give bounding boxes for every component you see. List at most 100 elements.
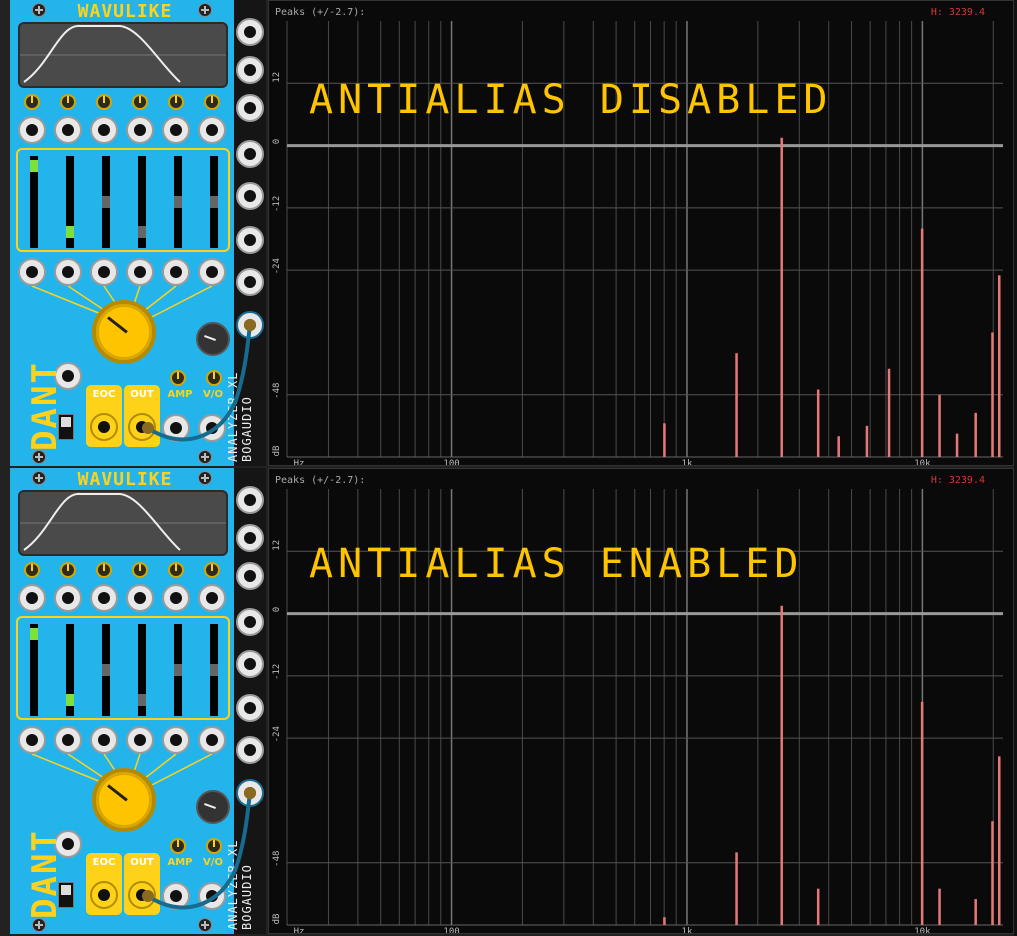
analyzer-input-jack[interactable]: [236, 608, 264, 636]
param-knob-1[interactable]: [24, 562, 40, 578]
analyzer-input-jack[interactable]: [236, 268, 264, 296]
stage-jack[interactable]: [90, 726, 118, 754]
main-knob[interactable]: [92, 768, 156, 832]
analyzer-input-jack[interactable]: [236, 486, 264, 514]
cv-jack[interactable]: [54, 116, 82, 144]
analyzer-input-jack[interactable]: [236, 18, 264, 46]
stage-jack[interactable]: [18, 726, 46, 754]
stage-slider[interactable]: [138, 624, 146, 716]
voct-jack[interactable]: [198, 414, 226, 442]
param-knob-5[interactable]: [168, 94, 184, 110]
cv-jack[interactable]: [18, 116, 46, 144]
param-knob-1[interactable]: [24, 94, 40, 110]
stage-jack[interactable]: [90, 258, 118, 286]
amp-jack[interactable]: [162, 414, 190, 442]
cv-jack[interactable]: [162, 116, 190, 144]
param-knob-3[interactable]: [96, 562, 112, 578]
stage-slider[interactable]: [66, 156, 74, 248]
analyzer-input-jack[interactable]: [236, 140, 264, 168]
stage-jack[interactable]: [54, 726, 82, 754]
eoc-jack[interactable]: [90, 881, 118, 909]
out-jack[interactable]: [128, 413, 156, 441]
stage-jack[interactable]: [198, 258, 226, 286]
param-knob-2[interactable]: [60, 562, 76, 578]
analyzer-connected-jack[interactable]: [236, 779, 264, 807]
mode-switch[interactable]: [58, 414, 74, 440]
voct-jack[interactable]: [198, 882, 226, 910]
stage-jack[interactable]: [54, 258, 82, 286]
stage-jack[interactable]: [198, 726, 226, 754]
analyzer-input-jack[interactable]: [236, 694, 264, 722]
spectrum-bar: [780, 137, 783, 458]
stage-jack[interactable]: [126, 726, 154, 754]
cv-jack[interactable]: [90, 584, 118, 612]
cv-jack[interactable]: [162, 584, 190, 612]
amp-knob[interactable]: [170, 838, 186, 854]
slider-thumb[interactable]: [30, 160, 38, 172]
slider-thumb[interactable]: [30, 628, 38, 640]
param-knob-5[interactable]: [168, 562, 184, 578]
stage-slider[interactable]: [30, 156, 38, 248]
analyzer-input-jack[interactable]: [236, 56, 264, 84]
amp-jack[interactable]: [162, 882, 190, 910]
slider-thumb[interactable]: [66, 226, 74, 239]
analyzer-connected-jack[interactable]: [236, 311, 264, 339]
slider-thumb[interactable]: [210, 664, 218, 676]
param-knob-3[interactable]: [96, 94, 112, 110]
slider-thumb[interactable]: [138, 226, 146, 239]
eoc-jack[interactable]: [90, 413, 118, 441]
param-knob-4[interactable]: [132, 94, 148, 110]
stage-jack[interactable]: [162, 726, 190, 754]
analyzer-input-jack[interactable]: [236, 182, 264, 210]
stage-slider[interactable]: [30, 624, 38, 716]
mode-switch[interactable]: [58, 882, 74, 908]
stage-slider[interactable]: [174, 624, 182, 716]
analyzer-input-jack[interactable]: [236, 650, 264, 678]
analyzer-input-jack[interactable]: [236, 94, 264, 122]
slider-thumb[interactable]: [138, 694, 146, 707]
param-knob-4[interactable]: [132, 562, 148, 578]
cv-jack[interactable]: [126, 584, 154, 612]
analyzer-input-jack[interactable]: [236, 524, 264, 552]
slider-thumb[interactable]: [102, 196, 110, 208]
stage-slider[interactable]: [138, 156, 146, 248]
stage-slider[interactable]: [210, 156, 218, 248]
cv-jack[interactable]: [126, 116, 154, 144]
stage-jack[interactable]: [126, 258, 154, 286]
stage-slider[interactable]: [66, 624, 74, 716]
param-knob-6[interactable]: [204, 562, 220, 578]
stage-jack[interactable]: [18, 258, 46, 286]
cv-jack[interactable]: [198, 116, 226, 144]
out-jack[interactable]: [128, 881, 156, 909]
time-knob[interactable]: [196, 322, 230, 356]
stage-slider[interactable]: [210, 624, 218, 716]
param-knob-2[interactable]: [60, 94, 76, 110]
slider-thumb[interactable]: [66, 694, 74, 707]
stage-slider[interactable]: [102, 156, 110, 248]
analyzer-label: ANALYZER-XL BOGAUDIO: [226, 372, 254, 462]
analyzer-input-jack[interactable]: [236, 226, 264, 254]
cv-jack[interactable]: [54, 584, 82, 612]
cv-jack[interactable]: [18, 584, 46, 612]
analyzer-input-jack[interactable]: [236, 736, 264, 764]
spectrum-chart: 12 0 -12 -24 -48 dB Hz 100 1k 10k: [272, 489, 1003, 933]
cv-jack[interactable]: [198, 584, 226, 612]
voct-knob[interactable]: [206, 370, 222, 386]
amp-knob[interactable]: [170, 370, 186, 386]
stage-slider[interactable]: [102, 624, 110, 716]
param-knob-6[interactable]: [204, 94, 220, 110]
slider-group: [16, 148, 230, 252]
freq-tick-label: 10k: [914, 459, 931, 465]
main-knob[interactable]: [92, 300, 156, 364]
slider-thumb[interactable]: [174, 196, 182, 208]
slider-thumb[interactable]: [210, 196, 218, 208]
envelope-display: [18, 490, 228, 556]
slider-thumb[interactable]: [102, 664, 110, 676]
cv-jack[interactable]: [90, 116, 118, 144]
stage-slider[interactable]: [174, 156, 182, 248]
time-knob[interactable]: [196, 790, 230, 824]
analyzer-input-jack[interactable]: [236, 562, 264, 590]
voct-knob[interactable]: [206, 838, 222, 854]
slider-thumb[interactable]: [174, 664, 182, 676]
stage-jack[interactable]: [162, 258, 190, 286]
